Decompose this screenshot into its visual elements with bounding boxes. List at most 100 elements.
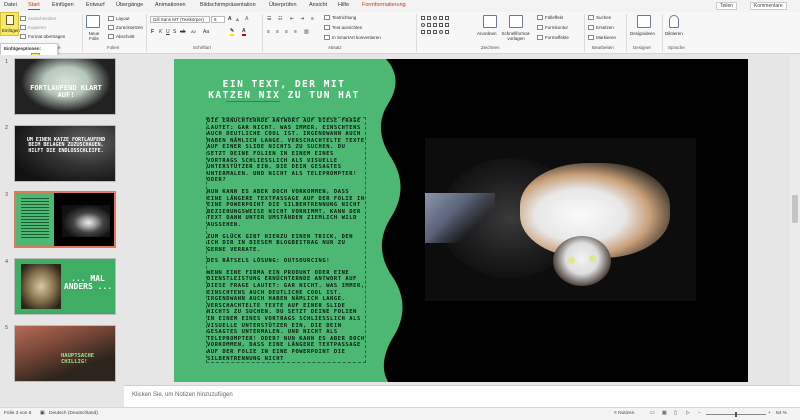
slideshow-icon[interactable]: ▷ bbox=[686, 411, 690, 416]
tab-view[interactable]: Ansicht bbox=[309, 2, 327, 8]
cat-photo[interactable] bbox=[425, 138, 696, 301]
reset-button[interactable]: Zurücksetzen bbox=[108, 25, 143, 31]
font-size-select[interactable]: 8 bbox=[211, 16, 225, 23]
format-painter-button[interactable]: Format übertragen bbox=[20, 34, 65, 40]
tab-animations[interactable]: Animationen bbox=[155, 2, 186, 8]
zoom-slider-thumb[interactable] bbox=[735, 412, 737, 417]
shape-effects-button[interactable]: Formeffekte bbox=[537, 35, 569, 41]
underline-button[interactable]: U bbox=[166, 29, 170, 35]
indent-icon[interactable]: ⇤ bbox=[290, 16, 294, 22]
align-left-icon[interactable]: ≡ bbox=[267, 29, 270, 35]
normal-view-icon[interactable]: ▭ bbox=[650, 411, 655, 416]
font-name-select[interactable]: Gill Sans MT (Textkörper) bbox=[150, 16, 210, 23]
highlight-icon[interactable]: ✎ bbox=[230, 28, 235, 36]
shape-rect-icon[interactable] bbox=[427, 16, 431, 20]
numbering-icon[interactable]: ☷ bbox=[278, 16, 282, 22]
tab-review[interactable]: Überprüfen bbox=[269, 2, 297, 8]
find-button[interactable]: Suchen bbox=[588, 15, 611, 21]
shape-rect-icon[interactable] bbox=[445, 23, 449, 27]
arrange-button[interactable]: Anordnen bbox=[477, 31, 497, 36]
tab-help[interactable]: Hilfe bbox=[338, 2, 349, 8]
align-text-button[interactable]: Text ausrichten bbox=[324, 25, 362, 31]
slide-thumbnail-3[interactable] bbox=[14, 191, 116, 248]
bullets-icon[interactable]: ☰ bbox=[267, 16, 271, 22]
shape-rect-icon[interactable] bbox=[433, 30, 437, 34]
shape-rect-icon[interactable] bbox=[427, 30, 431, 34]
tab-home[interactable]: Start bbox=[28, 2, 40, 10]
zoom-level[interactable]: 54 % bbox=[776, 411, 787, 416]
slide-thumbnail-4[interactable]: ... MAL ANDERS ... bbox=[14, 258, 116, 315]
tab-design[interactable]: Entwurf bbox=[86, 2, 105, 8]
copy-button[interactable]: Kopieren bbox=[20, 25, 46, 31]
grow-font-button[interactable]: A bbox=[228, 16, 232, 22]
smartart-button[interactable]: In SmartArt konvertieren bbox=[324, 35, 381, 41]
spellcheck-icon[interactable]: ▣ bbox=[40, 411, 45, 416]
case-button[interactable]: Aa bbox=[203, 29, 209, 35]
tab-file[interactable]: Datei bbox=[4, 2, 17, 8]
shape-fill-button[interactable]: Fülleffekt bbox=[537, 15, 563, 21]
shape-oval-icon[interactable] bbox=[421, 23, 425, 27]
align-right-icon[interactable]: ≡ bbox=[285, 29, 288, 35]
outdent-icon[interactable]: ⇥ bbox=[300, 16, 304, 22]
shape-rect-icon[interactable] bbox=[427, 23, 431, 27]
scrollbar-thumb[interactable] bbox=[792, 195, 798, 223]
vertical-scrollbar[interactable] bbox=[790, 55, 800, 385]
zoom-out-button[interactable]: − bbox=[698, 411, 701, 416]
strikethrough-button[interactable]: ab bbox=[180, 29, 186, 35]
shape-rect-icon[interactable] bbox=[421, 16, 425, 20]
columns-icon[interactable]: ▥ bbox=[304, 29, 309, 35]
comments-button[interactable]: Kommentare bbox=[750, 2, 787, 10]
shape-oval-icon[interactable] bbox=[439, 30, 443, 34]
select-button[interactable]: Markieren bbox=[588, 35, 616, 41]
arrange-icon[interactable] bbox=[483, 15, 497, 28]
font-color-icon[interactable]: A bbox=[242, 28, 246, 36]
shape-rect-icon[interactable] bbox=[439, 23, 443, 27]
design-ideas-button[interactable]: Designideen bbox=[630, 31, 655, 36]
dictate-button[interactable]: Diktieren bbox=[665, 31, 683, 36]
cut-button[interactable]: Ausschneiden bbox=[20, 16, 56, 22]
new-slide-button[interactable]: Neue Folie bbox=[85, 31, 103, 41]
shape-outline-button[interactable]: Formkontur bbox=[537, 25, 568, 31]
language-indicator[interactable]: Deutsch (Deutschland) bbox=[49, 411, 98, 416]
shape-rect-icon[interactable] bbox=[421, 30, 425, 34]
shape-rect-icon[interactable] bbox=[445, 30, 449, 34]
italic-button[interactable]: K bbox=[159, 29, 162, 35]
paste-button[interactable]: Einfügen bbox=[0, 12, 20, 36]
shrink-font-button[interactable]: A bbox=[236, 17, 239, 22]
tab-insert[interactable]: Einfügen bbox=[52, 2, 74, 8]
reading-view-icon[interactable]: ▯ bbox=[674, 411, 677, 416]
zoom-in-button[interactable]: + bbox=[768, 411, 771, 416]
spacing-button[interactable]: AV bbox=[191, 29, 196, 34]
shape-rect-icon[interactable] bbox=[433, 23, 437, 27]
new-slide-icon[interactable] bbox=[86, 15, 100, 28]
share-button[interactable]: Teilen bbox=[716, 2, 738, 10]
justify-icon[interactable]: ≡ bbox=[294, 29, 297, 35]
tab-shape-format[interactable]: Formformatierung bbox=[362, 2, 406, 8]
quick-styles-button[interactable]: Schnellformat-vorlagen bbox=[499, 31, 533, 41]
text-direction-button[interactable]: Textrichtung bbox=[324, 15, 356, 21]
slide-thumbnail-5[interactable]: HAUPTSACHE CHILLIG! bbox=[14, 325, 116, 382]
notes-pane[interactable]: Klicken Sie, um Notizen hinzuzufügen bbox=[124, 385, 800, 407]
shadow-button[interactable]: S bbox=[173, 29, 176, 35]
tab-slideshow[interactable]: Bildschirmpräsentation bbox=[200, 2, 256, 8]
align-center-icon[interactable]: ≡ bbox=[276, 29, 279, 35]
shape-rect-icon[interactable] bbox=[445, 16, 449, 20]
notes-toggle[interactable]: ≡ Notizen bbox=[614, 411, 634, 416]
replace-button[interactable]: Ersetzen bbox=[588, 25, 614, 31]
slide-thumbnail-2[interactable]: UM EINEN KATZE FORTLAUFEND BEIM BELAGEN … bbox=[14, 125, 116, 182]
microphone-icon[interactable] bbox=[669, 15, 679, 28]
quick-styles-icon[interactable] bbox=[509, 15, 523, 28]
current-slide[interactable]: EIN TEXT, DER MIT KATZEN NIX ZU TUN HAT … bbox=[174, 59, 748, 382]
line-spacing-icon[interactable]: ≡ bbox=[311, 16, 314, 22]
shape-rect-icon[interactable] bbox=[439, 16, 443, 20]
section-button[interactable]: Abschnitt bbox=[108, 34, 135, 40]
slide-body-textbox[interactable]: DIE ERNÜCHTERNDE ANTWORT AUF DIESE FRAGE… bbox=[206, 117, 366, 363]
slide-sorter-icon[interactable]: ▦ bbox=[662, 411, 667, 416]
bold-button[interactable]: F bbox=[151, 29, 154, 35]
layout-button[interactable]: Layout bbox=[108, 16, 130, 22]
slide-thumbnail-1[interactable]: FORTLAUFEND KLART AUF! bbox=[14, 58, 116, 115]
shape-oval-icon[interactable] bbox=[433, 16, 437, 20]
design-ideas-icon[interactable] bbox=[637, 15, 651, 28]
tab-transitions[interactable]: Übergänge bbox=[116, 2, 143, 8]
slide-title[interactable]: EIN TEXT, DER MIT KATZEN NIX ZU TUN HAT bbox=[204, 79, 364, 101]
